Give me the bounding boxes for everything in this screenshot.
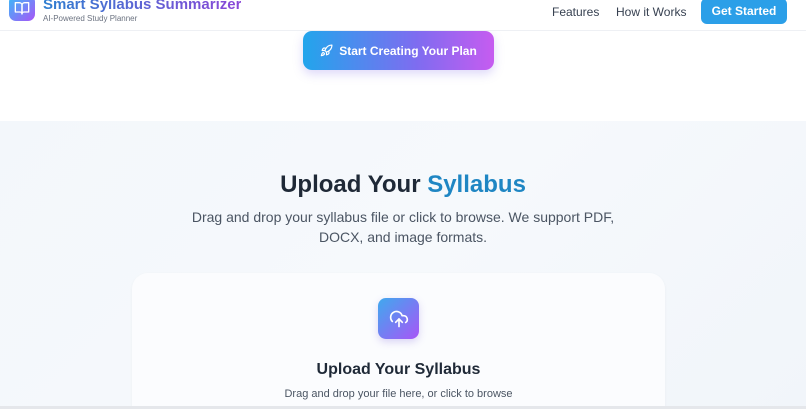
section-description: Drag and drop your syllabus file or clic… xyxy=(191,209,615,245)
logo-badge[interactable] xyxy=(9,0,35,21)
cloud-upload-icon xyxy=(389,310,408,327)
rocket-icon xyxy=(320,44,333,57)
nav-link-features[interactable]: Features xyxy=(552,5,599,19)
upload-icon-badge[interactable] xyxy=(378,298,419,339)
dropzone-title: Upload Your Syllabus xyxy=(316,361,481,378)
dropzone-subtitle: Drag and drop your file here, or click t… xyxy=(284,388,513,400)
upload-section: Upload Your Syllabus Drag and drop your … xyxy=(0,121,806,409)
section-title-accent: Syllabus xyxy=(427,171,526,198)
start-creating-plan-label: Start Creating Your Plan xyxy=(339,43,477,58)
start-creating-plan-button[interactable]: Start Creating Your Plan xyxy=(303,31,494,70)
upload-dropzone[interactable]: Upload Your Syllabus Drag and drop your … xyxy=(132,273,665,409)
book-icon xyxy=(14,2,30,15)
section-title-prefix: Upload Your xyxy=(280,171,421,198)
brand-subtitle: AI-Powered Study Planner xyxy=(43,14,138,23)
nav-link-how-it-works[interactable]: How it Works xyxy=(616,5,686,19)
brand-title[interactable]: Smart Syllabus Summarizer xyxy=(43,0,241,13)
page: Smart Syllabus Summarizer AI-Powered Stu… xyxy=(0,0,806,409)
get-started-button[interactable]: Get Started xyxy=(701,0,787,24)
section-title: Upload Your Syllabus xyxy=(0,171,806,199)
top-navbar: Smart Syllabus Summarizer AI-Powered Stu… xyxy=(0,0,806,31)
